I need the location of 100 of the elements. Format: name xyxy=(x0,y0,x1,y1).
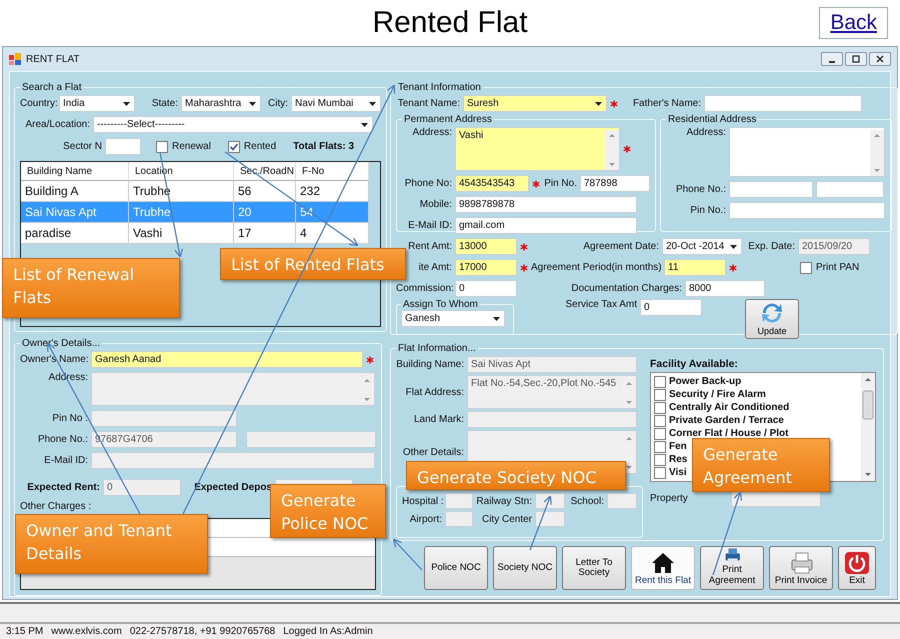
close-button[interactable] xyxy=(869,52,891,66)
field-label: Pin No. xyxy=(543,178,577,189)
callout-tooltip: Generate Agreement xyxy=(692,438,830,492)
field-label: Sector N xyxy=(62,141,102,152)
checkbox-item[interactable]: Centrally Air Conditioned xyxy=(654,401,790,414)
action-button[interactable]: Exit xyxy=(838,546,876,590)
field-label: Airport: xyxy=(408,514,442,524)
field-label: Address: xyxy=(48,372,88,383)
column-header[interactable]: F-No xyxy=(296,162,369,181)
text-field[interactable] xyxy=(729,181,813,198)
table-cell[interactable]: 4 xyxy=(296,223,369,244)
checkbox-icon xyxy=(654,454,666,466)
checkbox-item[interactable]: Corner Flat / House / Plot xyxy=(654,427,788,440)
dropdown[interactable]: Navi Mumbai xyxy=(291,95,381,112)
field-label: Father's Name: xyxy=(632,98,701,109)
group-label: Permanent Address xyxy=(403,114,493,125)
action-button[interactable]: Society NOC xyxy=(493,546,557,590)
field-label: City Center xyxy=(480,514,532,524)
field-label: Building Name: xyxy=(396,359,464,370)
field-label: City: xyxy=(267,98,288,109)
caret-icon xyxy=(595,102,602,106)
text-field[interactable] xyxy=(704,95,862,112)
text-field[interactable]: 13000 xyxy=(455,238,517,255)
text-field[interactable]: 17000 xyxy=(455,259,517,276)
table-cell[interactable]: 56 xyxy=(234,181,296,202)
checkbox-icon xyxy=(654,466,666,478)
app-icon xyxy=(9,53,21,65)
checkbox-item[interactable]: Fen xyxy=(654,440,687,453)
text-field[interactable]: 11 xyxy=(664,259,726,276)
table-cell[interactable]: 232 xyxy=(296,181,369,202)
field-label: Property xyxy=(650,493,688,504)
table-cell[interactable]: paradise xyxy=(21,223,129,244)
action-button[interactable]: Print Invoice xyxy=(769,546,833,590)
group-label: Owner's Details... xyxy=(21,338,102,349)
table-cell[interactable]: Vashi xyxy=(129,223,234,244)
action-button[interactable]: Letter To Society xyxy=(562,546,626,590)
dropdown[interactable]: India xyxy=(59,95,135,112)
callout-tooltip: Generate Police NOC xyxy=(270,484,386,538)
column-header[interactable]: Building Name xyxy=(21,162,129,181)
group-label: Flat Information... xyxy=(397,343,477,354)
minimize-button[interactable] xyxy=(821,52,843,66)
text-field[interactable] xyxy=(729,202,885,219)
text-field[interactable]: 787898 xyxy=(580,175,650,192)
text-field[interactable] xyxy=(105,138,141,155)
caret-icon xyxy=(730,244,737,248)
dropdown[interactable]: Suresh xyxy=(463,95,607,112)
update-button[interactable]: Update xyxy=(745,299,799,339)
group-label: Residential Address xyxy=(667,114,758,125)
text-field[interactable] xyxy=(816,181,884,198)
field-label: Owner's Name: xyxy=(20,354,88,365)
checkbox[interactable]: Print PAN xyxy=(800,262,860,274)
caret-icon xyxy=(249,102,256,106)
field-label: Documentation Charges: xyxy=(570,283,682,294)
text-field[interactable]: 9898789878 xyxy=(455,196,637,213)
maximize-button[interactable] xyxy=(845,52,867,66)
field-label: Mobile: xyxy=(418,199,452,210)
dropdown[interactable]: Maharashtra xyxy=(181,95,261,112)
status-text: 3:15 PM xyxy=(6,626,44,637)
checkbox-item[interactable]: Security / Fire Alarm xyxy=(654,388,766,401)
checkbox-item[interactable]: Power Back-up xyxy=(654,375,742,388)
caret-icon xyxy=(123,102,130,106)
maximize-icon xyxy=(852,55,860,63)
dropdown[interactable]: ---------Select--------- xyxy=(93,116,373,133)
status-text: Logged In As:Admin xyxy=(283,626,373,637)
text-field[interactable]: 8000 xyxy=(685,280,765,297)
action-button[interactable]: Print Agreement xyxy=(700,546,764,590)
checkbox-item[interactable]: Visi xyxy=(654,466,687,479)
field-label: Address: xyxy=(686,127,726,138)
action-button[interactable]: Rent this Flat xyxy=(631,546,695,590)
field-label: Agreement Date: xyxy=(582,241,659,252)
leader-line xyxy=(392,538,422,570)
dropdown[interactable]: 20-Oct -2014 xyxy=(662,238,742,255)
checkbox-item[interactable]: Res xyxy=(654,453,688,466)
text-field[interactable]: Ganesh Aanad xyxy=(91,351,363,368)
checkbox-item[interactable]: Private Garden / Terrace xyxy=(654,414,784,427)
field-label: Country: xyxy=(20,98,56,109)
text-area[interactable]: Vashi xyxy=(455,127,620,171)
caret-icon xyxy=(493,316,500,320)
field-label: Railway Stn: xyxy=(476,496,532,506)
checkbox[interactable]: Renewal xyxy=(156,140,211,152)
text-field[interactable]: 0 xyxy=(640,299,702,316)
dropdown[interactable]: Ganesh xyxy=(401,310,505,327)
text-field[interactable]: gmail.com xyxy=(455,217,637,234)
checkbox-icon xyxy=(654,388,666,400)
callout-tooltip: Owner and Tenant Details xyxy=(15,514,208,574)
back-link[interactable]: Back xyxy=(819,7,888,39)
field-label: Tenant Name: xyxy=(396,98,460,109)
table-cell[interactable]: 17 xyxy=(234,223,296,244)
action-button[interactable]: Police NOC xyxy=(424,546,488,590)
field-label: Commission: xyxy=(396,283,452,294)
field-label: State: xyxy=(150,98,178,109)
total-count: Total Flats: 3 xyxy=(293,141,354,152)
table-cell[interactable]: Building A xyxy=(21,181,129,202)
checkbox[interactable]: Rented xyxy=(228,140,276,152)
field-label: ite Amt: xyxy=(418,262,452,273)
field-label: Other Details: xyxy=(402,446,464,458)
text-field[interactable]: 4543543543 xyxy=(455,175,529,192)
text-field[interactable]: 0 xyxy=(455,280,517,297)
text-area[interactable] xyxy=(729,127,885,177)
callout-tooltip: Generate Society NOC xyxy=(406,461,626,490)
